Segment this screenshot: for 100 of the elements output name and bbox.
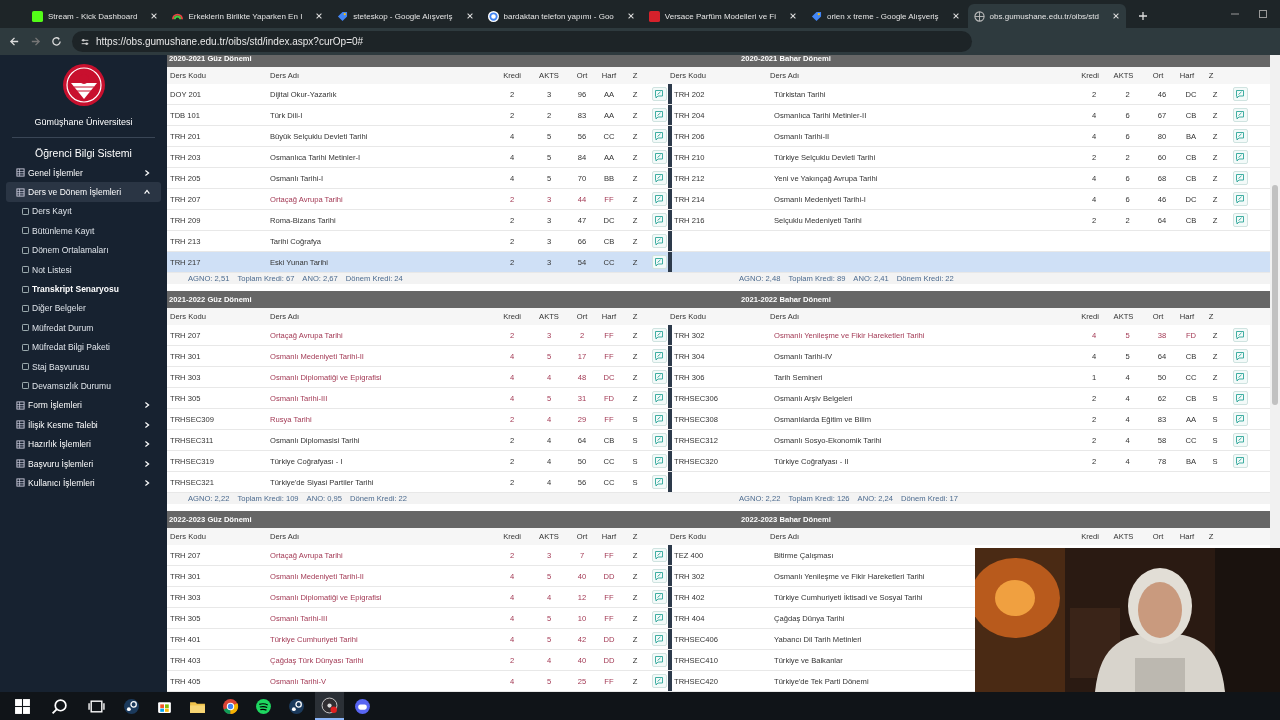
tag-icon [810,10,822,22]
comment-button[interactable] [651,590,667,604]
comment-button[interactable] [1232,349,1248,363]
comment-button[interactable] [651,234,667,248]
browser-tab[interactable]: orien x treme - Google Alışveriş [804,4,966,28]
close-icon[interactable] [465,12,474,20]
comment-icon [1235,89,1245,99]
comment-button[interactable] [651,569,667,583]
app-icon [123,697,140,715]
comment-button[interactable] [651,632,667,646]
music-icon [255,697,272,715]
chevron-up-icon [143,188,151,197]
submenu-item[interactable]: Diğer Belgeler [0,298,167,319]
browser-tab[interactable]: Versace Parfüm Modelleri ve Fi [642,4,803,28]
comment-button[interactable] [1232,412,1248,426]
task-view-icon[interactable] [88,697,105,715]
submenu-item[interactable]: Transkript Senaryosu [0,279,167,299]
submenu-item[interactable]: Staj Başvurusu [0,356,167,377]
menu-item[interactable]: Kullanıcı İşlemleri [6,473,161,493]
comment-button[interactable] [651,213,667,227]
submenu-item[interactable]: Müfredat Durum [0,318,167,338]
comment-button[interactable] [651,108,667,122]
menu-item[interactable]: Başvuru İşlemleri [6,453,161,474]
comment-button[interactable] [1232,454,1248,468]
comment-button[interactable] [651,192,667,206]
comment-button[interactable] [651,150,667,164]
submenu-item[interactable]: Bütünleme Kayıt [0,221,167,241]
submenu-item[interactable]: Not Listesi [0,259,167,280]
menu-item[interactable]: Genel İşlemler [6,163,161,183]
comment-button[interactable] [651,674,667,688]
forward-icon[interactable] [30,36,41,47]
address-bar[interactable]: https://obs.gumushane.edu.tr/oibs/std/index.aspx?curOp=0# [72,31,972,52]
comment-icon [654,215,664,225]
close-icon[interactable] [1112,12,1120,20]
comment-button[interactable] [1232,87,1248,101]
submenu-item[interactable]: Ders Kayıt [0,201,167,222]
comment-button[interactable] [651,391,667,405]
comment-button[interactable] [651,412,667,426]
comment-button[interactable] [651,328,667,342]
square-bullet-icon [22,207,29,215]
comment-button[interactable] [651,349,667,363]
sliders-icon [80,36,90,47]
comment-button[interactable] [1232,213,1248,227]
submenu-item[interactable]: Müfredat Bilgi Paketi [0,337,167,357]
browser-tab[interactable]: Stream - Kick Dashboard [26,4,165,28]
close-icon[interactable] [626,12,635,20]
comment-button[interactable] [651,548,667,562]
comment-button[interactable] [651,129,667,143]
chevron-right-icon [143,478,151,487]
submenu-item[interactable]: Devamsızlık Durumu [0,376,167,396]
browser-tab[interactable]: obs.gumushane.edu.tr/oibs/std [967,4,1126,28]
comment-icon [654,110,664,120]
comment-button[interactable] [651,171,667,185]
reload-icon[interactable] [51,36,62,47]
comment-button[interactable] [651,653,667,667]
comment-button[interactable] [1232,328,1248,342]
comment-button[interactable] [651,475,667,489]
close-icon[interactable] [788,12,797,20]
comment-button[interactable] [1232,192,1248,206]
menu-item[interactable]: Hazırlık İşlemleri [6,434,161,454]
comment-button[interactable] [1232,108,1248,122]
comment-button[interactable] [651,255,667,269]
comment-button[interactable] [651,611,667,625]
start-icon[interactable] [14,697,31,715]
submenu-item[interactable]: Dönem Ortalamaları [0,240,167,260]
plus-icon[interactable] [1138,11,1148,21]
close-icon[interactable] [951,12,960,20]
comment-button[interactable] [1232,171,1248,185]
menu-item[interactable]: İlişik Kesme Talebi [6,415,161,435]
square-bullet-icon [22,266,29,274]
comment-button[interactable] [651,454,667,468]
comment-button[interactable] [1232,150,1248,164]
grid-icon [16,478,25,488]
browser-tab[interactable]: steteskop - Google Alışveriş [331,4,480,28]
comment-button[interactable] [1232,433,1248,447]
chevron-right-icon [143,168,151,177]
taskbar-app[interactable] [315,692,344,720]
scrollbar-thumb[interactable] [1272,185,1278,405]
browser-tab[interactable]: bardaktan telefon yapımı - Goo [481,4,641,28]
square-bullet-icon [22,227,29,235]
comment-button[interactable] [651,433,667,447]
browser-icon [222,697,239,715]
comment-icon [1235,131,1245,141]
comment-icon [654,351,664,361]
comment-button[interactable] [651,370,667,384]
close-icon[interactable] [150,12,159,20]
maximize-icon[interactable] [1258,9,1268,19]
close-icon[interactable] [315,12,324,20]
menu-item[interactable]: Form İşlemleri [6,395,161,416]
comment-button[interactable] [651,87,667,101]
comment-button[interactable] [1232,129,1248,143]
browser-tab[interactable]: Erkeklerin Birlikte Yaparken En I [166,4,330,28]
comment-button[interactable] [1232,391,1248,405]
back-icon[interactable] [9,36,20,47]
search-icon[interactable] [51,697,68,715]
university-name: Gümüşhane Üniversitesi [12,117,155,138]
comment-button[interactable] [1232,370,1248,384]
comment-icon [654,393,664,403]
record-icon [321,696,338,714]
menu-item[interactable]: Ders ve Dönem İşlemleri [6,182,161,202]
